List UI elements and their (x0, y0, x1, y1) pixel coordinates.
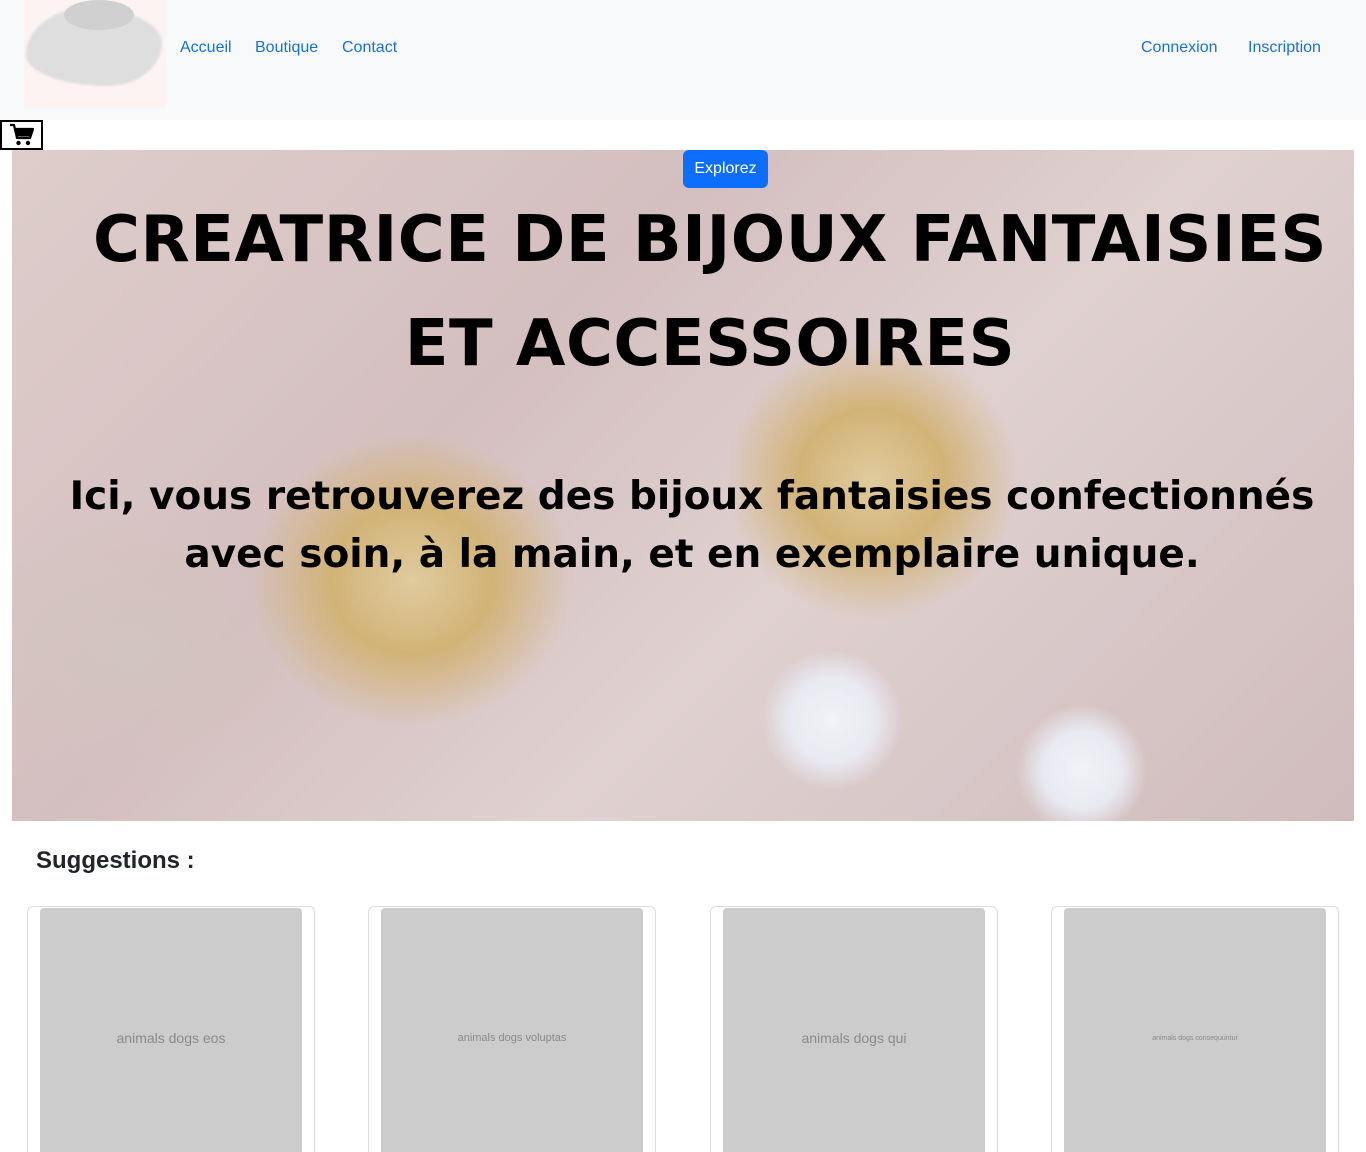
navbar: Accueil Boutique Contact Connexion Inscr… (0, 0, 1366, 120)
brand-logo[interactable] (24, 0, 166, 108)
cart-button[interactable] (0, 120, 43, 150)
hero-title: CREATRICE DE BIJOUX FANTAISIES ET ACCESS… (93, 203, 1327, 381)
product-image-label: animals dogs eos (116, 1030, 226, 1046)
product-card[interactable]: animals dogs eos (27, 906, 315, 1152)
explore-button[interactable]: Explorez (683, 150, 768, 188)
product-card[interactable]: animals dogs voluptas (368, 906, 656, 1152)
product-card[interactable]: animals dogs qui (710, 906, 998, 1152)
product-image[interactable]: animals dogs consequuntur (1064, 908, 1326, 1152)
product-image[interactable]: animals dogs eos (40, 908, 302, 1152)
product-image-label: animals dogs qui (801, 1030, 907, 1046)
nav-link-connexion[interactable]: Connexion (1141, 38, 1218, 58)
hero-banner: Explorez CREATRICE DE BIJOUX FANTAISIES … (12, 150, 1354, 821)
nav-link-boutique[interactable]: Boutique (255, 38, 318, 58)
hero-subtitle: Ici, vous retrouverez des bijoux fantais… (69, 474, 1315, 577)
product-card[interactable]: animals dogs consequuntur (1051, 906, 1339, 1152)
nav-link-contact[interactable]: Contact (342, 38, 397, 58)
shopping-cart-icon (9, 123, 34, 146)
logo-shape-top (64, 0, 134, 30)
nav-link-inscription[interactable]: Inscription (1248, 38, 1321, 58)
product-image-label: animals dogs voluptas (457, 1032, 567, 1044)
nav-link-accueil[interactable]: Accueil (180, 38, 232, 58)
product-image-label: animals dogs consequuntur (1152, 1034, 1238, 1042)
product-image[interactable]: animals dogs qui (723, 908, 985, 1152)
product-image[interactable]: animals dogs voluptas (381, 908, 643, 1152)
suggestions-title: Suggestions : (36, 847, 195, 874)
